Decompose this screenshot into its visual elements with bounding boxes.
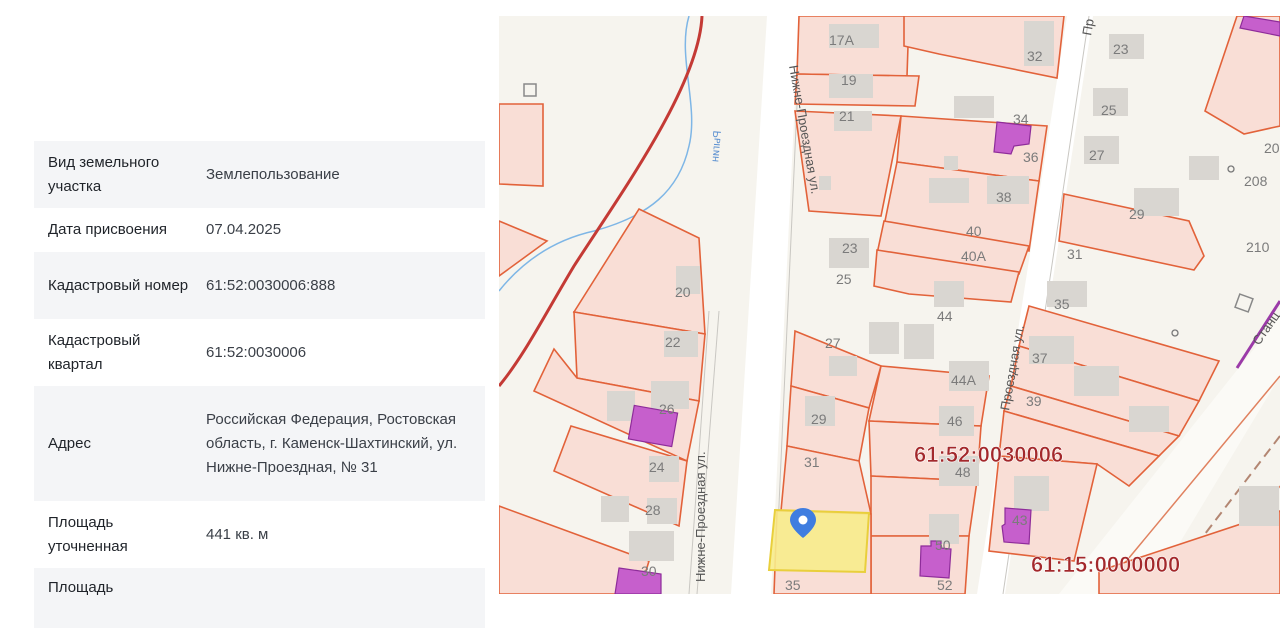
house-number: 23: [1113, 41, 1129, 57]
info-label: Дата присвоения: [48, 221, 167, 238]
house-number: 19: [841, 72, 857, 88]
info-value: 61:52:0030006: [206, 343, 307, 361]
info-row-land-type: Вид земельного участка Землепользование: [34, 141, 485, 208]
house-number: 40: [966, 223, 982, 239]
house-number: 39: [1026, 393, 1042, 409]
house-number: 24: [649, 459, 665, 475]
info-value: Российская Федерация, Ростовская область…: [206, 410, 458, 476]
building: [829, 356, 857, 376]
info-value: Землепользование: [206, 165, 340, 183]
building: [1234, 293, 1254, 313]
house-number: 30: [641, 563, 657, 579]
selected-parcel[interactable]: [767, 508, 871, 574]
house-number: 25: [1101, 102, 1117, 118]
house-number: 210: [1246, 239, 1270, 255]
building: [601, 496, 629, 522]
street-label: Пр: [1079, 18, 1097, 37]
map-dot: [1227, 165, 1235, 173]
info-value: 61:52:0030006:888: [206, 276, 336, 294]
info-row-assigned-date: Дата присвоения 07.04.2025: [34, 208, 485, 252]
house-number: 38: [996, 189, 1012, 205]
info-row-cadastral-number: Кадастровый номер 61:52:0030006:888: [34, 252, 485, 319]
building: [523, 83, 537, 97]
info-value: 441 кв. м: [206, 525, 269, 543]
house-number: 26: [659, 401, 675, 417]
cadastral-quarter-label: 61:52:0030006: [914, 442, 1063, 467]
building: [954, 96, 994, 118]
house-number: 46: [947, 413, 963, 429]
house-number: 29: [811, 411, 827, 427]
building: [1239, 486, 1279, 526]
house-number: 27: [1089, 147, 1105, 163]
parcel: [499, 103, 544, 187]
house-number: 32: [1027, 48, 1043, 64]
info-value: 07.04.2025: [206, 221, 282, 238]
house-number: 44А: [951, 372, 977, 388]
house-number: 44: [937, 308, 953, 324]
house-number: 28: [645, 502, 661, 518]
house-number: 22: [665, 334, 681, 350]
house-number: 43: [1012, 512, 1028, 528]
info-label: Кадастровый номер: [48, 276, 189, 294]
house-number: 35: [1054, 296, 1070, 312]
info-row-address: Адрес Российская Федерация, Ростовская о…: [34, 386, 485, 501]
info-label: Кадастровый квартал: [48, 331, 141, 373]
building: [607, 391, 635, 421]
info-row-area-refined: Площадь уточненная 441 кв. м: [34, 501, 485, 568]
house-number: 40А: [961, 248, 987, 264]
house-number: 50: [935, 537, 951, 553]
info-label: Адрес: [48, 434, 91, 452]
building: [629, 531, 674, 561]
river-label: Рыгин: [709, 130, 724, 162]
building: [1014, 476, 1049, 511]
house-number: 17А: [829, 32, 855, 48]
parcel-info-table: Вид земельного участка Землепользование …: [34, 141, 485, 628]
building: [904, 324, 934, 359]
info-label: Площадь уточненная: [48, 513, 128, 555]
house-number: 21: [839, 108, 855, 124]
building: [934, 281, 964, 307]
house-number: 20: [675, 284, 691, 300]
house-number: 208: [1244, 173, 1268, 189]
house-number: 29: [1129, 206, 1145, 222]
building: [929, 178, 969, 203]
info-label: Вид земельного участка: [48, 153, 160, 195]
building: [944, 156, 958, 170]
building: [869, 322, 899, 354]
house-number: 36: [1023, 149, 1039, 165]
building: [1074, 366, 1119, 396]
building: [1189, 156, 1219, 180]
info-row-cadastral-quarter: Кадастровый квартал 61:52:0030006: [34, 319, 485, 386]
house-number: 37: [1032, 350, 1048, 366]
house-number: 25: [836, 271, 852, 287]
building: [1129, 406, 1169, 432]
info-label: Площадь: [48, 579, 114, 596]
house-number: 34: [1013, 111, 1029, 127]
cadastral-quarter-label: 61:15:0000000: [1031, 552, 1180, 577]
info-row-area: Площадь: [34, 568, 485, 628]
house-number: 31: [1067, 246, 1083, 262]
house-number: 27: [825, 335, 841, 351]
map-dot: [1171, 329, 1179, 337]
cadastral-map[interactable]: Нижне-Проездная ул. Нижне-Проездная ул. …: [499, 16, 1280, 594]
house-number: 20: [1264, 140, 1280, 156]
parcel: [499, 220, 549, 277]
house-number: 35: [785, 577, 801, 593]
house-number: 52: [937, 577, 953, 593]
house-number: 31: [804, 454, 820, 470]
map-canvas[interactable]: Нижне-Проездная ул. Нижне-Проездная ул. …: [499, 16, 1280, 594]
street-label: Нижне-Проездная ул.: [693, 451, 708, 582]
house-number: 23: [842, 240, 858, 256]
